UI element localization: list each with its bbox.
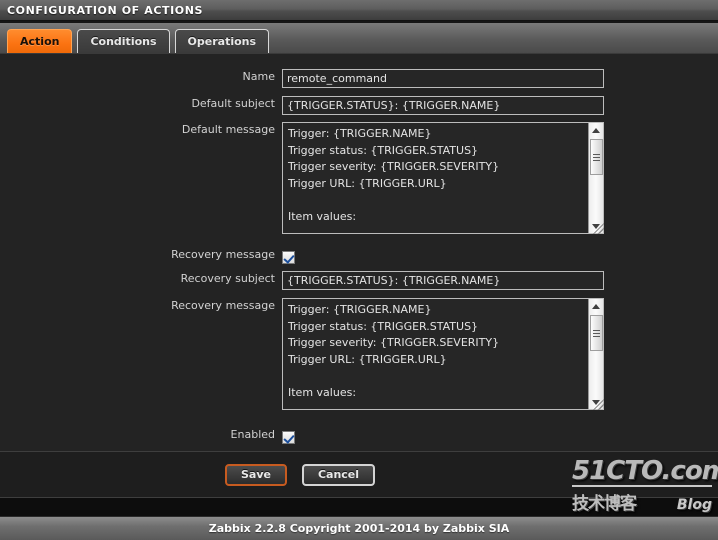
tab-operations-label: Operations: [187, 35, 257, 48]
tab-conditions[interactable]: Conditions: [77, 29, 170, 53]
tab-strip: Action Conditions Operations: [0, 21, 718, 53]
recovery-message-toggle-label: Recovery message: [171, 248, 275, 261]
scrollbar-thumb[interactable]: [590, 315, 603, 351]
watermark-blog-text: Blog: [676, 497, 712, 513]
recovery-subject-label: Recovery subject: [180, 272, 275, 285]
recovery-message-textarea[interactable]: Trigger: {TRIGGER.NAME} Trigger status: …: [282, 298, 604, 410]
form-row-default-subject: Default subject: [0, 96, 718, 115]
scroll-up-arrow-icon[interactable]: [589, 299, 603, 313]
copyright-text: Zabbix 2.2.8 Copyright 2001-2014 by Zabb…: [208, 522, 510, 535]
form-row-default-message: Default message Trigger: {TRIGGER.NAME} …: [0, 122, 718, 234]
default-subject-label: Default subject: [191, 97, 275, 110]
tab-conditions-label: Conditions: [90, 35, 157, 48]
form-button-bar: Save Cancel: [0, 451, 718, 498]
recovery-subject-input[interactable]: [282, 271, 604, 290]
form-row-enabled: Enabled: [0, 427, 718, 446]
recovery-message-wrapper: Trigger: {TRIGGER.NAME} Trigger status: …: [282, 298, 604, 410]
resize-grip-icon[interactable]: [593, 399, 604, 410]
default-message-scrollbar[interactable]: [588, 123, 603, 233]
name-input[interactable]: [282, 69, 604, 88]
form-row-recovery-message: Recovery message Trigger: {TRIGGER.NAME}…: [0, 298, 718, 410]
form-row-recovery-subject: Recovery subject: [0, 271, 718, 290]
action-form-panel: Name Default subject Default message Tri…: [0, 53, 718, 451]
enabled-label: Enabled: [230, 428, 275, 441]
default-subject-input[interactable]: [282, 96, 604, 115]
default-message-textarea[interactable]: Trigger: {TRIGGER.NAME} Trigger status: …: [282, 122, 604, 234]
cancel-button[interactable]: Cancel: [301, 463, 376, 486]
copyright-footer: Zabbix 2.2.8 Copyright 2001-2014 by Zabb…: [0, 516, 718, 540]
zabbix-action-config-window: CONFIGURATION OF ACTIONS Action Conditio…: [0, 0, 718, 540]
recovery-message-checkbox[interactable]: [282, 251, 295, 264]
window-titlebar: CONFIGURATION OF ACTIONS: [0, 0, 718, 21]
tab-action[interactable]: Action: [7, 29, 73, 53]
save-button[interactable]: Save: [224, 463, 287, 486]
enabled-checkbox[interactable]: [282, 431, 295, 444]
name-label: Name: [242, 70, 275, 83]
scrollbar-thumb[interactable]: [590, 139, 603, 175]
resize-grip-icon[interactable]: [593, 223, 604, 234]
default-message-label: Default message: [181, 123, 275, 136]
tab-action-label: Action: [20, 35, 60, 48]
form-row-name: Name: [0, 69, 718, 88]
tab-operations[interactable]: Operations: [174, 29, 270, 53]
scroll-up-arrow-icon[interactable]: [589, 123, 603, 137]
form-row-recovery-toggle: Recovery message: [0, 247, 718, 266]
page-title: CONFIGURATION OF ACTIONS: [7, 3, 204, 17]
recovery-message-label: Recovery message: [171, 299, 275, 312]
default-message-wrapper: Trigger: {TRIGGER.NAME} Trigger status: …: [282, 122, 604, 234]
recovery-message-scrollbar[interactable]: [588, 299, 603, 409]
